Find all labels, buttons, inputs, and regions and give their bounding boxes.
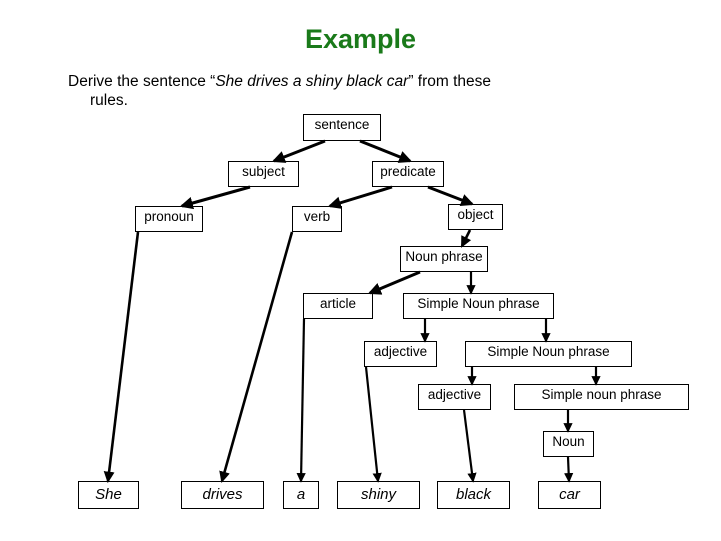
parse-tree-edges xyxy=(103,139,601,484)
tree-node-predicate[interactable]: predicate xyxy=(372,161,444,187)
terminal-term-shiny[interactable]: shiny xyxy=(337,481,420,509)
slide-canvas: Example Derive the sentence “She drives … xyxy=(0,0,721,541)
tree-node-article[interactable]: article xyxy=(303,293,373,319)
tree-edge xyxy=(179,185,251,210)
tree-node-simple-noun-phrase-3[interactable]: Simple noun phrase xyxy=(514,384,689,410)
tree-edge xyxy=(564,456,574,483)
tree-node-simple-noun-phrase-2[interactable]: Simple Noun phrase xyxy=(465,341,632,367)
tree-node-adjective-2[interactable]: adjective xyxy=(418,384,491,410)
tree-edge xyxy=(103,231,140,484)
tree-node-subject[interactable]: subject xyxy=(228,161,299,187)
tree-edge xyxy=(427,185,475,206)
tree-edge xyxy=(359,139,413,163)
tree-edge xyxy=(327,185,393,209)
tree-edge xyxy=(367,270,421,295)
tree-edge xyxy=(296,318,306,483)
tree-node-object[interactable]: object xyxy=(448,204,503,230)
terminal-term-drives[interactable]: drives xyxy=(181,481,264,509)
terminal-term-a[interactable]: a xyxy=(283,481,319,509)
tree-edge xyxy=(364,366,382,483)
terminal-term-car[interactable]: car xyxy=(538,481,601,509)
tree-node-noun[interactable]: Noun xyxy=(543,431,594,457)
tree-node-pronoun[interactable]: pronoun xyxy=(135,206,203,232)
tree-node-verb[interactable]: verb xyxy=(292,206,342,232)
tree-edge xyxy=(462,409,477,483)
tree-edge xyxy=(460,229,472,248)
tree-node-adjective-1[interactable]: adjective xyxy=(364,341,437,367)
tree-node-sentence[interactable]: sentence xyxy=(303,114,381,141)
tree-edge xyxy=(271,139,326,163)
tree-node-simple-noun-phrase-1[interactable]: Simple Noun phrase xyxy=(403,293,554,319)
terminal-term-she[interactable]: She xyxy=(78,481,139,509)
tree-node-noun-phrase[interactable]: Noun phrase xyxy=(400,246,488,272)
tree-edge xyxy=(219,231,294,484)
terminal-term-black[interactable]: black xyxy=(437,481,510,509)
